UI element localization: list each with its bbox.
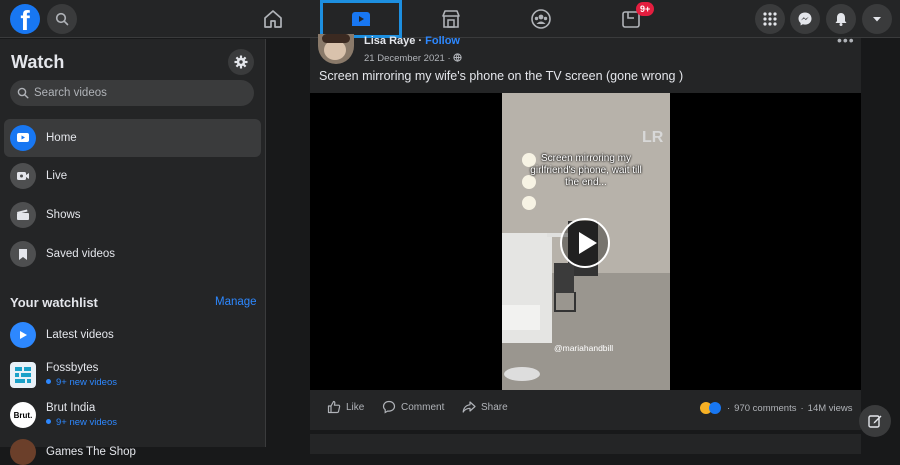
messenger-icon (798, 12, 812, 26)
search-button[interactable] (47, 4, 77, 34)
account-button[interactable] (862, 4, 892, 34)
like-label: Like (346, 401, 365, 413)
menu-button[interactable] (755, 4, 785, 34)
shows-icon (10, 202, 36, 228)
fossbytes-logo (10, 362, 36, 388)
share-label: Share (481, 401, 508, 413)
notification-badge: 9+ (636, 2, 655, 16)
watch-icon (10, 125, 36, 151)
share-icon (462, 401, 476, 413)
new-videos-count: 9+ new videos (46, 377, 117, 388)
play-button[interactable] (560, 218, 610, 268)
tab-home[interactable] (232, 0, 314, 38)
bell-icon (835, 13, 847, 26)
sidebar-item-label: Live (46, 170, 68, 182)
brut-logo: Brut. (10, 402, 36, 428)
tab-groups[interactable] (500, 0, 582, 38)
video-handle: @mariahandbill (554, 343, 614, 353)
sidebar-item-label: Home (46, 132, 77, 144)
brut-logo-text: Brut. (13, 410, 33, 420)
sidebar-title: Watch (11, 52, 65, 72)
watermark-logo: LR (642, 129, 664, 146)
comment-icon (382, 400, 396, 414)
channel-avatar (10, 439, 36, 465)
search-icon (55, 12, 69, 26)
post-actions: Like Comment Share · 970 comments · 14M … (310, 396, 861, 420)
watch-video-icon (352, 12, 370, 26)
settings-button[interactable] (228, 49, 254, 75)
facebook-logo[interactable]: f (10, 4, 40, 34)
live-icon (10, 163, 36, 189)
watchlist-item-name: Fossbytes (46, 362, 99, 374)
post-caption: Screen mirroring my wife's phone on the … (319, 69, 684, 83)
comments-count[interactable]: 970 comments (734, 403, 796, 414)
watchlist-item-latest-videos[interactable]: Latest videos (10, 322, 260, 348)
like-button[interactable]: Like (327, 400, 364, 414)
tab-gaming[interactable] (590, 0, 672, 38)
search-videos-input[interactable]: Search videos (10, 80, 254, 106)
new-message-button[interactable] (859, 405, 891, 437)
video-frame: LR Screen mirroring my girlfriend's phon… (502, 93, 670, 390)
new-videos-count: 9+ new videos (46, 417, 117, 428)
play-icon (10, 322, 36, 348)
chevron-down-icon (873, 17, 881, 22)
home-icon (264, 10, 282, 28)
tab-watch[interactable] (320, 0, 402, 38)
video-overlay-text: Screen mirroring my girlfriend's phone, … (530, 153, 642, 188)
sidebar-item-saved-videos[interactable]: Saved videos (4, 235, 261, 273)
follow-button[interactable]: Follow (425, 35, 460, 47)
play-icon (579, 232, 597, 254)
compose-icon (868, 415, 882, 428)
watchlist-item-name: Brut India (46, 402, 96, 414)
gear-icon (234, 55, 248, 69)
stats-separator: · (727, 402, 731, 414)
author-avatar[interactable] (318, 34, 354, 64)
sidebar-item-live[interactable]: Live (4, 157, 261, 195)
sidebar-item-home[interactable]: Home (4, 119, 261, 157)
stats-separator: · (800, 402, 804, 414)
search-icon (17, 87, 29, 99)
post-date-text: 21 December 2021 · (364, 53, 451, 64)
sidebar-item-label: Shows (46, 209, 81, 221)
sidebar-item-shows[interactable]: Shows (4, 196, 261, 234)
watchlist-item-name: Games The Shop (46, 446, 136, 458)
groups-icon (531, 9, 551, 29)
more-options-icon[interactable]: ••• (837, 32, 855, 48)
notifications-button[interactable] (826, 4, 856, 34)
watchlist-heading: Your watchlist (10, 295, 98, 310)
post-stats: · 970 comments · 14M views (700, 402, 853, 414)
video-post-card: Lisa Raye · Follow 21 December 2021 · ••… (310, 32, 861, 430)
next-post-card (310, 434, 861, 454)
watchlist-item-name: Latest videos (46, 329, 114, 341)
marketplace-icon (442, 10, 460, 28)
watchlist-item-games-the-shop[interactable]: Games The Shop (10, 439, 260, 465)
like-reaction-icon (709, 402, 721, 414)
logo-letter: f (20, 5, 30, 34)
globe-icon (453, 53, 462, 62)
share-button[interactable]: Share (462, 400, 508, 414)
grid-menu-icon (763, 12, 777, 26)
post-date[interactable]: 21 December 2021 · (364, 53, 462, 64)
tab-marketplace[interactable] (410, 0, 492, 38)
author-separator: · (415, 35, 426, 47)
video-player[interactable]: LR Screen mirroring my girlfriend's phon… (310, 93, 861, 390)
sidebar-item-label: Saved videos (46, 248, 116, 260)
author-name[interactable]: Lisa Raye (364, 35, 415, 47)
saved-icon (10, 241, 36, 267)
post-author-line: Lisa Raye · Follow (364, 35, 460, 47)
watchlist-item-fossbytes[interactable]: Fossbytes 9+ new videos (10, 362, 260, 388)
comment-label: Comment (401, 401, 445, 413)
messenger-button[interactable] (790, 4, 820, 34)
watch-sidebar: Watch Search videos Home Live Shows Save… (0, 39, 266, 465)
search-placeholder: Search videos (34, 87, 107, 99)
like-icon (327, 400, 341, 414)
views-count: 14M views (807, 402, 853, 414)
watchlist-item-brut-india[interactable]: Brut. Brut India 9+ new videos (10, 402, 260, 428)
top-navigation-bar: f 9+ (0, 0, 900, 38)
manage-watchlist-link[interactable]: Manage (215, 296, 257, 308)
comment-button[interactable]: Comment (382, 400, 444, 414)
